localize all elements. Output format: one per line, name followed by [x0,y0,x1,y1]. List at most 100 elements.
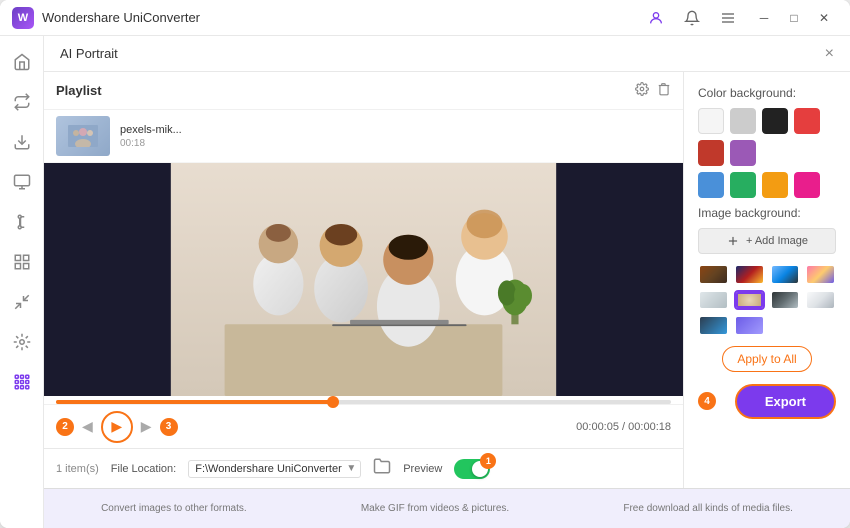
play-icon: ▶ [111,418,122,435]
playlist-item-duration: 00:18 [120,138,671,149]
playlist-item-info: pexels-mik... 00:18 [120,124,671,149]
file-location-wrapper: F:\Wondershare UniConverter ▼ [188,460,361,478]
bg-thumb-night[interactable] [698,315,729,336]
file-location-label: File Location: [111,463,176,475]
panel-body: Playlist [44,72,850,488]
playlist-item[interactable]: pexels-mik... 00:18 [44,110,683,163]
bg-thumb-gray[interactable] [698,290,729,311]
time-display: 00:00:05 / 00:00:18 [576,421,671,433]
minimize-button[interactable]: ─ [750,7,778,29]
user-icon[interactable] [642,4,670,32]
playlist-header: Playlist [44,72,683,110]
bg-thumb-purple-room[interactable] [734,315,765,336]
bg-thumbs-grid [698,264,836,336]
color-swatch-green[interactable] [730,172,756,198]
progress-thumb [327,396,339,408]
image-bg-label: Image background: [698,206,836,220]
bg-thumb-sunset[interactable] [805,264,836,285]
color-swatch-red[interactable] [794,108,820,134]
color-swatch-lightgray[interactable] [730,108,756,134]
color-bg-label: Color background: [698,86,836,100]
export-area: 4 Export [698,384,836,419]
window-controls: ─ □ ✕ [750,7,838,29]
sidebar-item-download[interactable] [4,124,40,160]
play-button[interactable]: ▶ [101,411,133,443]
color-swatch-black[interactable] [762,108,788,134]
time-current: 00:00:05 [576,421,619,433]
app-logo: W [12,7,34,29]
export-button[interactable]: Export [735,384,836,419]
bg-thumb-galaxy[interactable] [734,264,765,285]
content-area: AI Portrait × Playlist [44,36,850,528]
sidebar-item-ai[interactable] [4,364,40,400]
badge-2: 2 [56,418,74,436]
ai-panel: AI Portrait × Playlist [44,36,850,488]
badge-4: 4 [698,392,716,410]
playlist-delete-icon[interactable] [657,82,671,99]
color-swatch-pink[interactable] [794,172,820,198]
color-swatch-orange[interactable] [762,172,788,198]
logo-letter: W [18,12,28,24]
color-row-1 [698,108,836,166]
prev-button[interactable]: ◀ [82,418,93,435]
sidebar-item-home[interactable] [4,44,40,80]
color-swatch-white[interactable] [698,108,724,134]
sidebar-item-edit[interactable] [4,204,40,240]
add-image-button[interactable]: + Add Image [698,228,836,254]
video-preview [44,163,683,396]
close-button[interactable]: ✕ [810,7,838,29]
sidebar-item-screen[interactable] [4,164,40,200]
right-panel: Color background: [684,72,850,488]
add-image-label: + Add Image [746,235,808,247]
color-swatch-darkred[interactable] [698,140,724,166]
thumb-image-icon [68,125,98,147]
title-bar-icons [642,4,742,32]
title-bar: W Wondershare UniConverter ─ □ ✕ [0,0,850,36]
folder-icon[interactable] [373,457,391,480]
app-window: W Wondershare UniConverter ─ □ ✕ [0,0,850,528]
preview-label: Preview [403,463,442,475]
footer-feature-2: Make GIF from videos & pictures. [361,503,509,514]
footer-feature-bar: Convert images to other formats. Make GI… [44,488,850,528]
color-swatch-blue[interactable] [698,172,724,198]
color-row-2 [698,172,836,198]
progress-bar[interactable] [56,400,671,404]
playlist-thumbnail [56,116,110,156]
badge-3: 3 [160,418,178,436]
playlist-settings-icon[interactable] [635,82,649,99]
sidebar-item-watermark[interactable] [4,324,40,360]
next-button[interactable]: ▶ [141,418,152,435]
apply-to-all-button[interactable]: Apply to All [722,346,811,372]
bg-thumb-blue-sky[interactable] [770,264,801,285]
color-swatch-purple[interactable] [730,140,756,166]
playlist-title: Playlist [56,83,635,98]
playlist-icons [635,82,671,99]
file-location-select[interactable]: F:\Wondershare UniConverter [188,460,361,478]
footer-feature-3: Free download all kinds of media files. [623,503,793,514]
playlist-item-name: pexels-mik... [120,124,671,136]
panel-close-button[interactable]: × [825,45,834,63]
bg-thumb-dark[interactable] [770,290,801,311]
badge-1: 1 [480,453,496,469]
main-layout: AI Portrait × Playlist [0,36,850,528]
footer-feature-1: Convert images to other formats. [101,503,247,514]
bg-thumb-office[interactable] [805,290,836,311]
sidebar [0,36,44,528]
bg-thumb-wood[interactable] [698,264,729,285]
maximize-button[interactable]: □ [780,7,808,29]
bg-thumb-beige[interactable] [734,290,765,311]
app-title: Wondershare UniConverter [42,10,642,25]
menu-icon[interactable] [714,4,742,32]
controls-bar: 2 ◀ ▶ ▶ 3 00:00:05 / 00:00:18 [44,404,683,448]
sidebar-item-compress[interactable] [4,284,40,320]
left-section: Playlist [44,72,684,488]
plus-icon [726,234,740,248]
sidebar-item-convert[interactable] [4,84,40,120]
sidebar-item-merge[interactable] [4,244,40,280]
progress-area [44,396,683,404]
bottom-bar: 1 item(s) File Location: F:\Wondershare … [44,448,683,488]
time-total: 00:00:18 [628,421,671,433]
notification-icon[interactable] [678,4,706,32]
items-count: 1 item(s) [56,463,99,475]
ai-panel-title: AI Portrait [60,46,825,61]
